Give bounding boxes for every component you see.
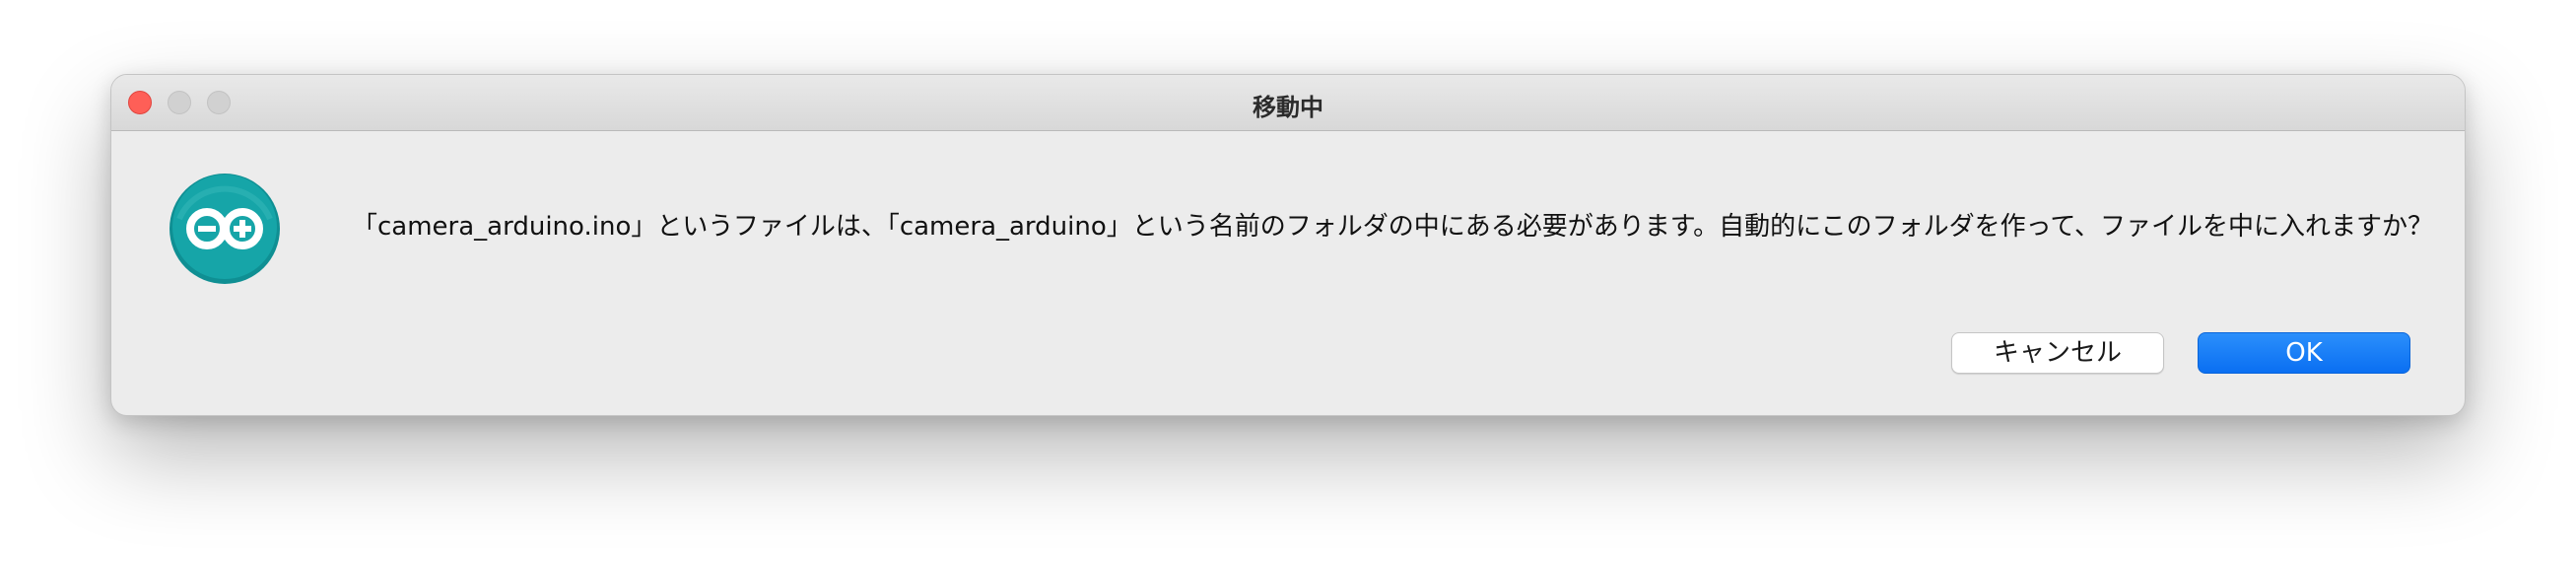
ok-button[interactable]: OK bbox=[2198, 332, 2410, 374]
dialog-message: 「camera_arduino.ino」というファイルは、「camera_ard… bbox=[352, 212, 2434, 242]
window-title: 移動中 bbox=[1253, 94, 1323, 121]
title-bar[interactable]: 移動中 bbox=[111, 75, 2465, 131]
cancel-button[interactable]: キャンセル bbox=[1951, 332, 2164, 374]
arduino-logo-icon bbox=[168, 172, 282, 286]
dialog-window: 移動中 「camera_arduino.ino」というファイルは、「camera… bbox=[110, 74, 2466, 416]
